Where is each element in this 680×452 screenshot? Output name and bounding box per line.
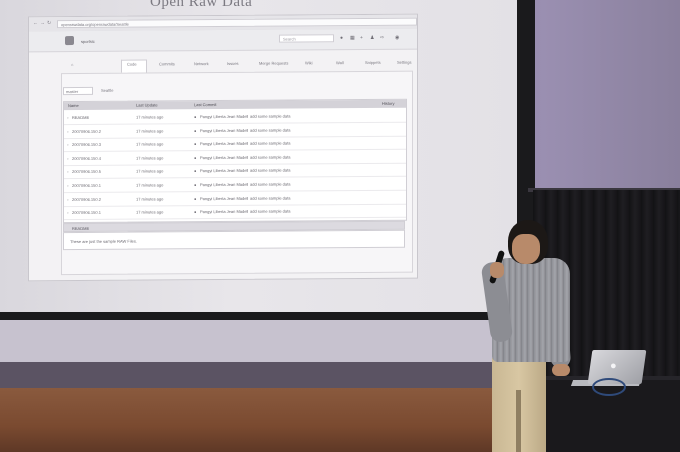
- commit-author-cell: Pangyi Liberta Jean Madell: [200, 141, 249, 147]
- slide-title: Open Raw Data: [150, 0, 253, 10]
- presenter-hand-holding-mic: [490, 262, 504, 278]
- plus-icon[interactable]: +: [360, 35, 363, 41]
- last-update-cell: 17 minutes ago: [136, 182, 164, 188]
- file-name-cell[interactable]: 20070906.150.2: [72, 196, 101, 201]
- last-update-cell: 17 minutes ago: [136, 141, 164, 147]
- file-name-cell[interactable]: 20070906.150.4: [72, 156, 101, 161]
- presenter-face: [512, 234, 540, 264]
- author-avatar-icon: ●: [194, 114, 197, 120]
- file-icon: ▫: [67, 128, 69, 134]
- site-header: sportsic Search ● ▦ + ♟ ⇨ ◉: [29, 28, 417, 53]
- commit-author-cell: Pangyi Liberta Jean Madell: [200, 168, 249, 174]
- site-name: sportsic: [81, 38, 95, 44]
- last-update-cell: 17 minutes ago: [136, 168, 164, 174]
- arrow-left-icon[interactable]: ←: [33, 20, 38, 26]
- project-tabs: ⌂ Code Commits Network Issues Merge Requ…: [61, 56, 413, 73]
- logout-icon[interactable]: ⇨: [380, 35, 384, 41]
- commit-author-cell: Pangyi Liberta Jean Madell: [200, 154, 249, 160]
- file-name-cell[interactable]: 20070906.150.3: [72, 142, 101, 147]
- file-name-cell[interactable]: 20070906.150.1: [72, 183, 101, 188]
- arrow-right-icon[interactable]: →: [40, 20, 45, 26]
- commit-message-cell: add some sample data: [250, 113, 291, 119]
- search-input[interactable]: Search: [279, 34, 334, 43]
- tab-snippets[interactable]: Snippets: [365, 60, 381, 65]
- tab-merge-requests[interactable]: Merge Requests: [259, 61, 288, 66]
- projected-browser-window: ← → ↻ openrawdata.org/openrawdata/Seattl…: [28, 13, 418, 282]
- file-table: Name Last Update Last Commit History ▫ ● R…: [63, 98, 407, 224]
- file-name-cell[interactable]: 20070906.150.2: [72, 128, 101, 133]
- column-last-commit: Last Commit: [194, 102, 217, 108]
- last-update-cell: 17 minutes ago: [136, 155, 164, 161]
- commit-author-cell: Pangyi Liberta Jean Madell: [200, 113, 249, 120]
- projection-screen: Open Raw Data ← → ↻ openrawdata.org/open…: [0, 0, 517, 312]
- commit-message-cell: add some sample data: [250, 127, 291, 133]
- commit-message-cell: add some sample data: [250, 167, 291, 174]
- author-avatar-icon: ●: [194, 127, 197, 133]
- last-update-cell: 17 minutes ago: [136, 114, 164, 120]
- column-last-update: Last Update: [136, 102, 158, 108]
- tab-wall[interactable]: Wall: [336, 60, 344, 65]
- address-bar[interactable]: openrawdata.org/openrawdata/Seattle: [57, 17, 417, 29]
- file-icon: ▫: [67, 183, 69, 189]
- file-icon: ▫: [67, 196, 69, 202]
- last-update-cell: 17 minutes ago: [136, 128, 164, 134]
- file-name-cell[interactable]: README: [72, 115, 89, 120]
- commit-author-cell: Pangyi Liberta Jean Madell: [200, 195, 249, 201]
- commit-message-cell: add some sample data: [250, 195, 291, 201]
- author-avatar-icon: ●: [194, 168, 197, 174]
- commit-author-cell: Pangyi Liberta Jean Madell: [200, 127, 249, 133]
- author-avatar-icon: ●: [194, 182, 197, 188]
- last-update-cell: 17 minutes ago: [136, 196, 164, 202]
- commit-message-cell: add some sample data: [250, 181, 291, 187]
- readme-body: These are just the sample RAW Files.: [63, 229, 405, 251]
- commit-author-cell: Pangyi Liberta Jean Madell: [200, 181, 249, 188]
- presenter-pants-seam: [516, 390, 521, 452]
- commit-message-cell: add some sample data: [250, 208, 291, 214]
- home-icon[interactable]: ⌂: [71, 62, 73, 67]
- history-link[interactable]: History: [382, 101, 394, 106]
- tab-issues[interactable]: Issues: [227, 61, 239, 66]
- column-name: Name: [68, 103, 79, 109]
- file-icon: ▫: [67, 115, 69, 121]
- file-name-cell[interactable]: 20070906.150.5: [72, 169, 101, 174]
- file-icon: ▫: [67, 210, 69, 216]
- last-update-cell: 17 minutes ago: [136, 209, 164, 215]
- table-row[interactable]: ▫ ● 20070906.150.1 17 minutes ago Pangyi Lib…: [64, 203, 406, 221]
- commit-author-cell: Pangyi Liberta Jean Madell: [200, 209, 249, 215]
- apple-logo-icon: ●: [610, 360, 617, 372]
- tab-code[interactable]: Code: [127, 62, 137, 67]
- branch-select[interactable]: master: [63, 86, 93, 96]
- author-avatar-icon: ●: [194, 209, 197, 215]
- commit-message-cell: add some sample data: [250, 154, 291, 160]
- author-avatar-icon: ●: [194, 195, 197, 201]
- file-name-cell[interactable]: 20070906.150.1: [72, 210, 101, 215]
- commit-message-cell: add some sample data: [250, 140, 291, 146]
- cables: [592, 378, 626, 396]
- reload-icon[interactable]: ↻: [47, 20, 52, 26]
- tab-wiki[interactable]: Wiki: [305, 60, 313, 65]
- file-icon: ▫: [67, 169, 69, 175]
- author-avatar-icon: ●: [194, 154, 197, 160]
- tab-settings[interactable]: Settings: [397, 60, 411, 65]
- tab-network[interactable]: Network: [194, 61, 209, 66]
- file-icon: ▫: [67, 142, 69, 148]
- presenter-hand-on-laptop: [552, 364, 570, 376]
- file-icon: ▫: [67, 155, 69, 161]
- breadcrumb[interactable]: Seattle: [101, 88, 113, 93]
- grid-icon[interactable]: ▦: [350, 35, 355, 41]
- globe-icon[interactable]: ●: [340, 35, 343, 41]
- author-avatar-icon: ●: [194, 141, 197, 147]
- person-icon[interactable]: ♟: [370, 35, 374, 41]
- site-logo-icon[interactable]: [65, 36, 74, 46]
- tab-commits[interactable]: Commits: [159, 61, 175, 66]
- avatar[interactable]: ◉: [395, 35, 399, 41]
